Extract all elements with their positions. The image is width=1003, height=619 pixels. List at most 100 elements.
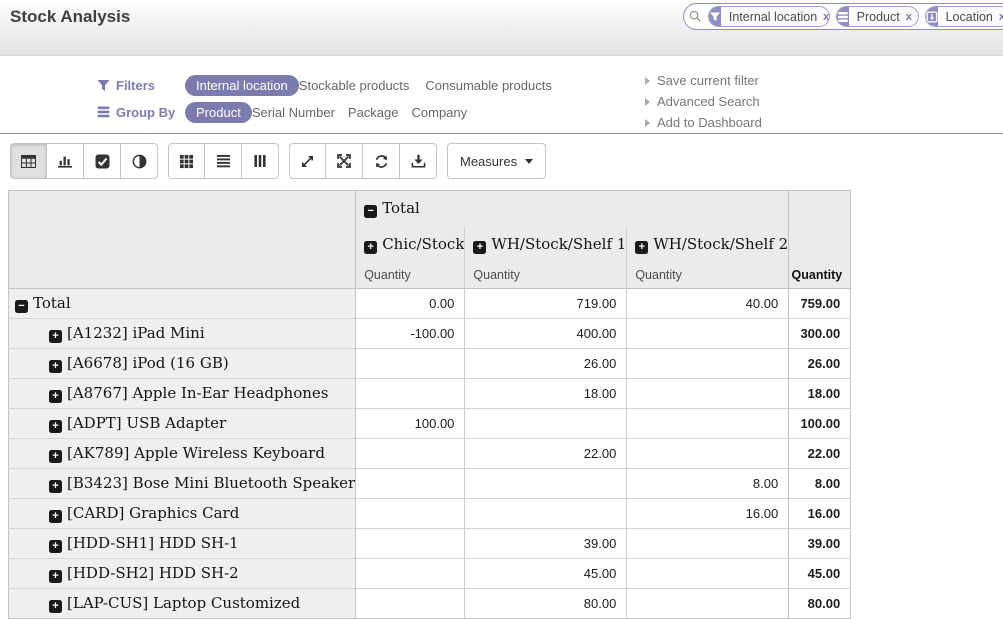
advanced-search-button[interactable]: Advanced Search (645, 91, 762, 112)
save-current-filter-button[interactable]: Save current filter (645, 70, 762, 91)
cell (356, 559, 465, 589)
pivot-row-header[interactable]: [CARD] Graphics Card (9, 499, 356, 529)
search-facet-location[interactable]: Location x (925, 6, 1003, 27)
expand-icon[interactable] (49, 480, 62, 493)
pivot-actions-group (289, 143, 437, 179)
expand-icon[interactable] (49, 450, 62, 463)
expand-icon[interactable] (49, 360, 62, 373)
table-row: Total 0.00 719.00 40.00 759.00 (9, 289, 851, 319)
cell: 80.00 (465, 589, 627, 619)
measure-header[interactable]: Quantity (465, 263, 627, 289)
column-header-shelf1[interactable]: WH/Stock/Shelf 1 (465, 227, 627, 263)
contrast-view-button[interactable] (121, 143, 158, 179)
pivot-row-header[interactable]: [LAP-CUS] Laptop Customized (9, 589, 356, 619)
refresh-button[interactable] (363, 143, 400, 179)
table-row: [B3423] Bose Mini Bluetooth Speaker 8.00… (9, 469, 851, 499)
grand-total-measure-header[interactable]: Quantity (789, 263, 851, 289)
column-header-shelf2[interactable]: WH/Stock/Shelf 2 (627, 227, 789, 263)
cell: 45.00 (789, 559, 851, 589)
table-row: [A1232] iPad Mini -100.00 400.00 300.00 (9, 319, 851, 349)
search-facet-internal-location[interactable]: Internal location x (708, 6, 830, 27)
cell (627, 559, 789, 589)
expand-icon[interactable] (49, 420, 62, 433)
pivot-row-header[interactable]: [A1232] iPad Mini (9, 319, 356, 349)
filter-internal-location[interactable]: Internal location (185, 75, 299, 96)
filter-consumable-products[interactable]: Consumable products (425, 78, 551, 93)
expand-icon[interactable] (473, 241, 486, 254)
column-header-chic-stock[interactable]: Chic/Stock (356, 227, 465, 263)
pivot-row-header[interactable]: [HDD-SH2] HDD SH-2 (9, 559, 356, 589)
pivot-row-header[interactable]: [A6678] iPod (16 GB) (9, 349, 356, 379)
expand-icon[interactable] (49, 600, 62, 613)
expand-icon[interactable] (364, 241, 377, 254)
pivot-view-button[interactable] (10, 143, 47, 179)
facet-remove-button[interactable]: x (906, 11, 912, 23)
pivot-row-header[interactable]: [B3423] Bose Mini Bluetooth Speaker (9, 469, 356, 499)
group-by-package[interactable]: Package (348, 105, 399, 120)
cell (627, 409, 789, 439)
cell: 8.00 (627, 469, 789, 499)
pivot-row-header[interactable]: [AK789] Apple Wireless Keyboard (9, 439, 356, 469)
cell (465, 469, 627, 499)
column-group-total[interactable]: Total (356, 191, 789, 227)
search-icon[interactable] (689, 9, 702, 24)
group-by-serial-number[interactable]: Serial Number (252, 105, 335, 120)
measure-header[interactable]: Quantity (356, 263, 465, 289)
table-row: [HDD-SH1] HDD SH-1 39.00 39.00 (9, 529, 851, 559)
bar-chart-view-button[interactable] (47, 143, 84, 179)
adjust-icon (132, 154, 147, 169)
add-to-dashboard-button[interactable]: Add to Dashboard (645, 112, 762, 133)
pivot-row-header[interactable]: [ADPT] USB Adapter (9, 409, 356, 439)
collapse-icon[interactable] (364, 205, 377, 218)
columns-layout-button[interactable] (242, 143, 279, 179)
grid-layout-button[interactable] (168, 143, 205, 179)
filter-stockable-products[interactable]: Stockable products (299, 78, 410, 93)
page-title: Stock Analysis (10, 7, 130, 27)
measure-header[interactable]: Quantity (627, 263, 789, 289)
list-layout-button[interactable] (205, 143, 242, 179)
cell: 39.00 (789, 529, 851, 559)
bar-chart-icon (57, 154, 73, 168)
triangle-right-icon (645, 119, 650, 127)
group-by-menu-button[interactable]: Group By (97, 105, 185, 120)
list-icon (216, 154, 231, 168)
cell (356, 379, 465, 409)
measures-group: Measures (447, 143, 546, 179)
expand-icon[interactable] (49, 540, 62, 553)
group-by-row: Group By Product Serial Number Package C… (97, 101, 467, 123)
expand-icon[interactable] (49, 330, 62, 343)
collapse-icon[interactable] (15, 300, 28, 313)
cell: 400.00 (465, 319, 627, 349)
cell (627, 379, 789, 409)
group-by-company[interactable]: Company (412, 105, 468, 120)
group-by-product[interactable]: Product (185, 102, 252, 123)
cell (356, 499, 465, 529)
cell: 45.00 (465, 559, 627, 589)
facet-remove-button[interactable]: x (999, 11, 1003, 23)
expand-all-button[interactable] (289, 143, 326, 179)
expand-icon[interactable] (49, 390, 62, 403)
download-button[interactable] (400, 143, 437, 179)
cell (356, 589, 465, 619)
filters-menu-button[interactable]: Filters (97, 78, 185, 93)
full-expand-button[interactable] (326, 143, 363, 179)
pivot-row-header[interactable]: [HDD-SH1] HDD SH-1 (9, 529, 356, 559)
expand-icon[interactable] (635, 241, 648, 254)
cell (465, 499, 627, 529)
facet-remove-button[interactable]: x (823, 11, 829, 23)
refresh-icon (374, 154, 389, 169)
pivot-row-header[interactable]: [A8767] Apple In-Ear Headphones (9, 379, 356, 409)
cell: 759.00 (789, 289, 851, 319)
expand-icon[interactable] (49, 510, 62, 523)
filters-row: Filters Internal location Stockable prod… (97, 74, 552, 96)
cell: 80.00 (789, 589, 851, 619)
search-facet-product[interactable]: Product x (836, 6, 919, 27)
table-icon (21, 155, 36, 168)
measures-dropdown-button[interactable]: Measures (447, 143, 546, 179)
search-input[interactable]: Internal location x Product x (683, 3, 1003, 30)
pivot-row-header[interactable]: Total (9, 289, 356, 319)
expand-icon[interactable] (49, 570, 62, 583)
facet-label: Product (857, 10, 900, 24)
cell: 16.00 (789, 499, 851, 529)
check-view-button[interactable] (84, 143, 121, 179)
